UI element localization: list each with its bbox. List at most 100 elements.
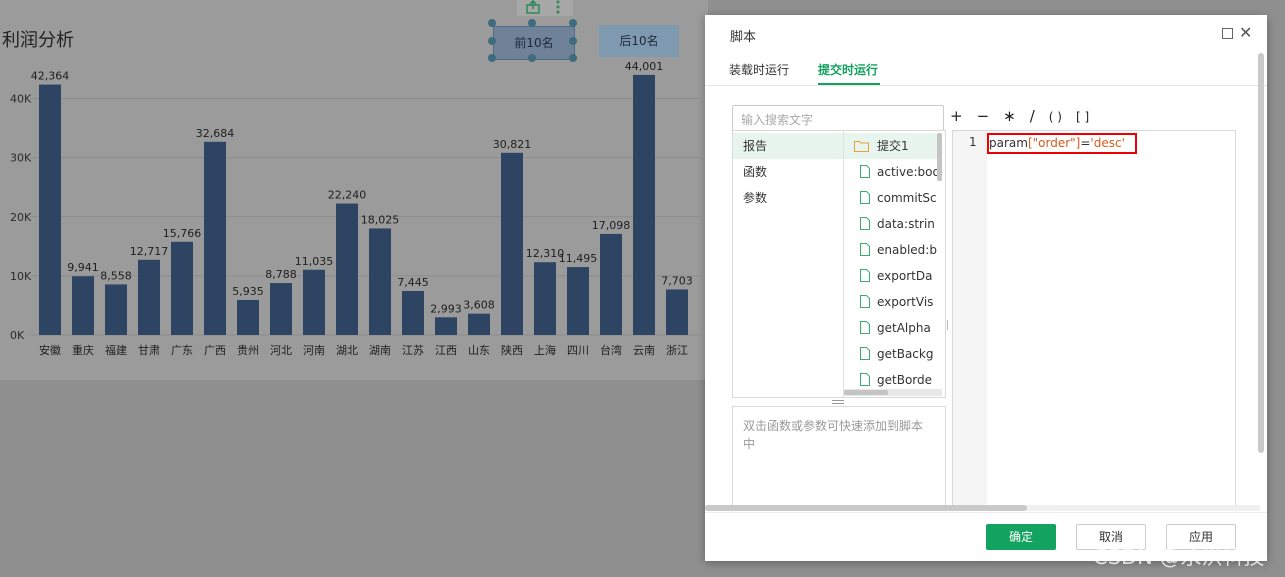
document-icon [860,373,870,386]
tree-item[interactable]: exportVis [844,289,938,315]
tree-item-label: commitSc [877,191,937,205]
x-tick-label: 台湾 [600,343,622,357]
splitter-handle[interactable] [832,400,844,404]
dialog-horizontal-scrollbar[interactable] [705,505,1027,511]
divide-operator-button[interactable]: / [1030,107,1035,125]
search-input[interactable]: 输入搜索文字 [732,105,944,131]
chart-title: 利润分析 [2,30,74,51]
tree-item[interactable]: active:boo [844,159,938,185]
footer-divider [705,512,1267,513]
report-component[interactable]: 利润分析 前10名 后10名 0K 10K 20K 30K 40K 42,364 安徽 9,9… [0,0,708,380]
tree-vertical-scrollbar[interactable] [937,133,942,181]
data-label: 3,608 [463,299,495,312]
x-tick-label: 广东 [171,344,193,357]
tree-item-label: active:boo [877,165,938,179]
bar [534,262,556,335]
brackets-operator-button[interactable]: [ ] [1076,110,1089,124]
tree-item[interactable]: exportDa [844,263,938,289]
vertical-splitter-handle[interactable] [947,320,950,330]
data-label: 8,558 [100,269,132,282]
tree-item-label: exportDa [877,269,933,283]
dialog-vertical-scrollbar[interactable] [1258,53,1264,453]
bottom10-button[interactable]: 后10名 [599,25,679,57]
document-icon [860,165,870,178]
line-number: 1 [969,135,977,149]
more-vertical-icon[interactable] [554,0,562,14]
resize-handle[interactable] [488,37,496,45]
resize-handle[interactable] [569,19,577,27]
export-icon[interactable] [525,0,541,14]
tree-item[interactable]: getBackg [844,341,938,367]
data-label: 15,766 [163,227,202,240]
x-tick-label: 江苏 [402,344,424,357]
tab-on-load[interactable]: 装载时运行 [729,61,789,78]
document-icon [860,347,870,360]
document-icon [860,295,870,308]
data-label: 5,935 [232,285,264,298]
tree-item[interactable]: getBorde [844,367,938,389]
data-label: 22,240 [328,189,367,202]
tree-item[interactable]: data:strin [844,211,938,237]
ok-button[interactable]: 确定 [986,524,1056,550]
x-tick-label: 山东 [468,344,490,357]
script-editor[interactable]: 1 param["order"]='desc' [952,130,1236,510]
folder-icon [854,141,869,152]
resize-handle[interactable] [488,19,496,27]
x-tick-label: 湖南 [369,344,391,357]
close-icon[interactable]: ✕ [1239,23,1252,42]
multiply-operator-button[interactable]: ∗ [1003,107,1016,125]
resize-handle[interactable] [528,19,536,27]
tree-folder-label: 提交1 [877,139,909,153]
tree-item[interactable]: getAlpha [844,315,938,341]
tree-folder[interactable]: 提交1 [844,133,938,159]
maximize-icon[interactable] [1222,28,1233,39]
x-tick-label: 福建 [105,343,127,357]
tree-item-label: getAlpha [877,321,931,335]
category-report[interactable]: 报告 [733,133,843,159]
minus-operator-button[interactable]: − [977,107,990,125]
plus-operator-button[interactable]: + [950,107,963,125]
data-label: 7,703 [661,274,693,287]
y-tick-label: 20K [10,211,32,224]
code-operator: = [1080,136,1091,150]
data-label: 7,445 [397,276,429,289]
x-tick-label: 河北 [270,344,292,357]
bar [633,74,655,335]
bar [600,233,622,335]
data-label: 17,098 [592,219,631,232]
tab-on-submit[interactable]: 提交时运行 [818,61,878,78]
member-list: 提交1 active:boo commitSc data:strin enabl… [844,131,938,389]
document-icon [860,191,870,204]
tabs-divider [705,85,1267,86]
category-functions[interactable]: 函数 [733,159,843,185]
x-tick-label: 上海 [534,343,556,357]
category-parameters[interactable]: 参数 [733,185,843,211]
tree-item-label: exportVis [877,295,934,309]
dialog-title: 脚本 [730,30,757,45]
document-icon [860,217,870,230]
tree-item-label: enabled:b [877,243,937,257]
tree-item[interactable]: commitSc [844,185,938,211]
data-label: 12,717 [130,245,169,258]
tree-horizontal-scrollbar[interactable] [844,390,888,395]
x-tick-label: 浙江 [666,344,688,357]
code-string: 'desc' [1090,136,1125,150]
data-label: 8,788 [265,268,297,281]
bar [237,299,259,335]
code-index: ["order"] [1027,136,1081,150]
y-tick-label: 30K [10,152,32,165]
bar [270,283,292,335]
parentheses-operator-button[interactable]: ( ) [1049,110,1062,124]
data-label: 9,941 [67,261,99,274]
resize-handle[interactable] [569,37,577,45]
code-line[interactable]: param["order"]='desc' [987,133,1137,154]
y-tick-label: 0K [10,329,25,342]
bar [303,269,325,335]
tree-item-label: getBackg [877,347,934,361]
help-panel: 双击函数或参数可快速添加到脚本中 [732,406,946,508]
x-tick-label: 湖北 [336,344,358,357]
tree-item[interactable]: enabled:b [844,237,938,263]
data-label: 42,364 [31,70,70,83]
help-text: 双击函数或参数可快速添加到脚本中 [743,419,924,451]
category-list: 报告 函数 参数 [733,131,844,397]
